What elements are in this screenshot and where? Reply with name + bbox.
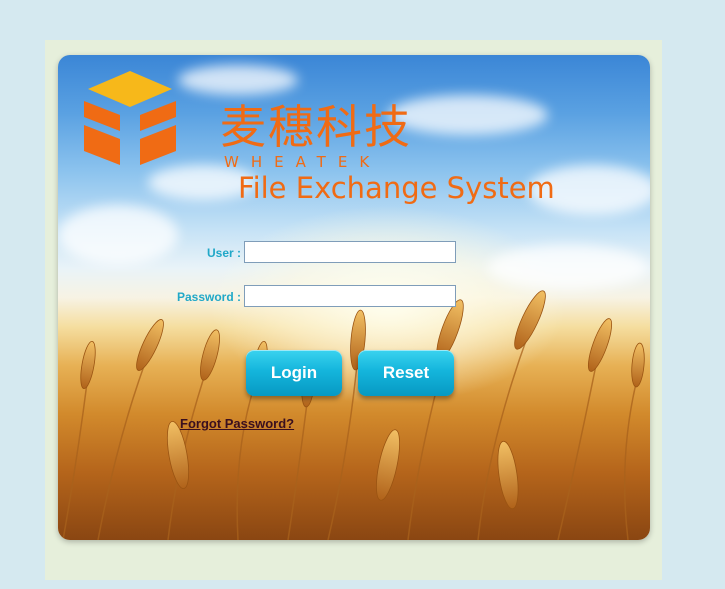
company-logo: 麦穗科技 WHEATEK <box>80 69 410 171</box>
forgot-password-link[interactable]: Forgot Password? <box>180 416 294 431</box>
login-card: 麦穗科技 WHEATEK File Exchange System User :… <box>58 55 650 540</box>
user-input[interactable] <box>244 241 456 263</box>
reset-button[interactable]: Reset <box>358 350 454 396</box>
cube-logo-icon <box>84 71 176 165</box>
user-label: User : <box>206 246 241 260</box>
password-label: Password : <box>176 290 241 304</box>
brand-name-chinese: 麦穗科技 <box>220 100 412 154</box>
brand-name-english: WHEATEK <box>224 153 382 171</box>
password-input[interactable] <box>244 285 456 307</box>
login-button[interactable]: Login <box>246 350 342 396</box>
page-title: File Exchange System <box>238 171 555 205</box>
